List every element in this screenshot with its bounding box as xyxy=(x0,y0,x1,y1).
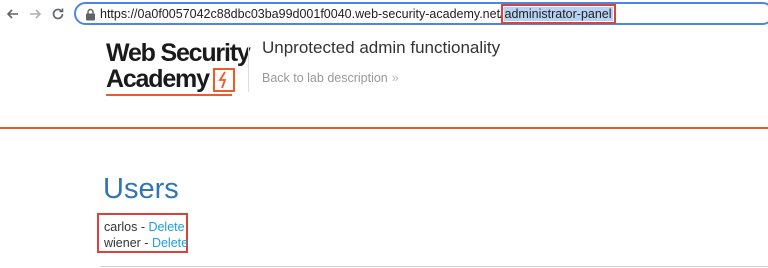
lab-title: Unprotected admin functionality xyxy=(262,38,501,57)
delete-wiener-link[interactable]: Delete xyxy=(152,236,188,250)
address-bar[interactable]: https://0a0f0057042c88dbc03ba99d001f0040… xyxy=(74,2,768,25)
web-security-academy-logo[interactable]: Web Security Academy xyxy=(106,40,256,100)
logo-underline xyxy=(106,94,232,96)
back-arrow-icon[interactable] xyxy=(2,3,24,25)
back-link-label: Back to lab description xyxy=(262,71,388,85)
url-path-highlight: administrator-panel xyxy=(500,4,616,24)
content-divider xyxy=(100,266,768,267)
user-name: carlos xyxy=(104,220,138,234)
url-text: https://0a0f0057042c88dbc03ba99d001f0040… xyxy=(100,4,616,24)
lock-icon xyxy=(86,8,95,21)
header-rule xyxy=(0,127,768,129)
logo-text-line1: Web Security xyxy=(106,39,251,67)
url-prefix: https://0a0f0057042c88dbc03ba99d001f0040… xyxy=(100,7,504,21)
delete-carlos-link[interactable]: Delete xyxy=(148,220,184,234)
list-item: wiener - Delete xyxy=(104,236,188,250)
browser-toolbar: https://0a0f0057042c88dbc03ba99d001f0040… xyxy=(0,0,768,29)
double-chevron-icon: » xyxy=(391,71,399,85)
logo-text-line2: Academy xyxy=(106,65,210,93)
list-item: carlos - Delete xyxy=(104,220,185,234)
back-to-lab-link[interactable]: Back to lab description» xyxy=(262,71,399,85)
reload-icon[interactable] xyxy=(47,3,69,25)
user-name: wiener xyxy=(104,236,141,250)
separator: - xyxy=(140,236,152,250)
lightning-bolt-icon xyxy=(213,68,235,92)
separator: - xyxy=(137,220,149,234)
forward-arrow-icon[interactable] xyxy=(24,3,46,25)
header-divider xyxy=(248,46,249,92)
page-title: Users xyxy=(103,173,179,205)
